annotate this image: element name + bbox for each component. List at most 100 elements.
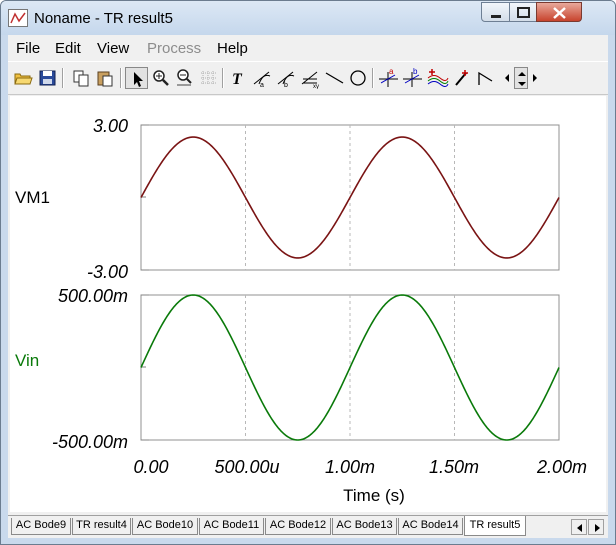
menu-help[interactable]: Help (217, 40, 248, 57)
menu-edit[interactable]: Edit (55, 40, 81, 57)
close-icon (553, 7, 566, 19)
tab-ac-bode10[interactable]: AC Bode10 (132, 518, 198, 535)
cursor-a-cross-button[interactable]: a (377, 67, 400, 89)
pen-icon (455, 70, 468, 86)
svg-text:a: a (260, 82, 264, 89)
scroll-left-icon (505, 74, 509, 82)
save-button[interactable] (36, 67, 59, 89)
client-area: File Edit View Process Help T a b xy a b… (8, 35, 608, 538)
axis-icon: xy (301, 71, 319, 89)
zoom-in-button[interactable] (149, 67, 172, 89)
ytick-top-vm1: 3.00 (93, 116, 128, 136)
marker-button[interactable] (474, 67, 497, 89)
scroll-right-icon (533, 74, 537, 82)
grid-button[interactable] (197, 67, 220, 89)
line-icon (325, 72, 344, 84)
xtick-4: 2.00m (536, 457, 587, 477)
minimize-icon (491, 15, 501, 18)
svg-text:b: b (284, 82, 288, 89)
scroll-up-down-icon (518, 72, 526, 86)
curves-icon (427, 69, 449, 87)
zoom-100-button[interactable] (173, 67, 196, 89)
tab-ac-bode11[interactable]: AC Bode11 (199, 518, 264, 535)
paste-icon (97, 71, 113, 87)
pen-button[interactable] (450, 67, 473, 89)
zoom-100-icon (177, 69, 192, 86)
circle-button[interactable] (347, 67, 370, 89)
axis-button[interactable]: xy (299, 67, 322, 89)
app-icon (8, 9, 28, 27)
ylabel-vin: Vin (15, 351, 39, 370)
grid-icon (201, 71, 216, 85)
window-title: Noname - TR result5 (34, 10, 173, 27)
pointer-icon (134, 72, 143, 87)
copy-button[interactable] (70, 67, 93, 89)
toolbar: T a b xy a b (8, 61, 608, 95)
curves-button[interactable] (426, 67, 449, 89)
open-button[interactable] (12, 67, 35, 89)
scroll-left-button[interactable] (502, 67, 512, 89)
svg-text:T: T (232, 71, 243, 88)
xtick-3: 1.50m (429, 457, 479, 477)
tab-scroll-right-button[interactable] (588, 519, 604, 535)
chart-vin[interactable]: 500.00m -500.00m Vin (15, 286, 560, 452)
toolbar-separator (222, 68, 224, 88)
scroll-right-button[interactable] (530, 67, 540, 89)
cursor-b-icon: b (277, 71, 295, 89)
tab-ac-bode13[interactable]: AC Bode13 (332, 518, 397, 535)
close-button[interactable] (536, 2, 582, 22)
ylabel-vm1: VM1 (15, 188, 50, 207)
tab-tr-result5[interactable]: TR result5 (464, 516, 526, 536)
maximize-icon (517, 7, 530, 18)
menu-bar: File Edit View Process Help (8, 35, 608, 59)
xtick-2: 1.00m (325, 457, 375, 477)
toolbar-separator (120, 68, 122, 88)
open-icon (14, 73, 33, 85)
y-ticks-vm1 (141, 124, 149, 271)
cursor-a-button[interactable]: a (251, 67, 274, 89)
text-button[interactable]: T (227, 67, 250, 89)
chart-vm1[interactable]: 3.00 -3.00 VM1 (15, 116, 560, 282)
marker-icon (478, 71, 493, 85)
svg-text:b: b (413, 67, 418, 76)
maximize-button[interactable] (509, 2, 537, 22)
tab-tr-result4[interactable]: TR result4 (72, 518, 131, 535)
pointer-button[interactable] (125, 67, 148, 89)
cursor-b-cross-icon: b (403, 67, 422, 87)
xtick-0: 0.00 (133, 457, 168, 477)
paste-button[interactable] (94, 67, 117, 89)
ytick-top-vin: 500.00m (58, 286, 128, 306)
cursor-b-cross-button[interactable]: b (401, 67, 424, 89)
waveform-plot[interactable]: 3.00 -3.00 VM1 500.00m -500.00m Vin 0.00 (10, 96, 606, 512)
menu-process[interactable]: Process (147, 40, 201, 57)
xtick-1: 500.00u (214, 457, 279, 477)
toolbar-separator (62, 68, 64, 88)
ytick-bottom-vin: -500.00m (52, 432, 128, 452)
svg-text:a: a (389, 67, 394, 76)
scroll-up-down-button[interactable] (514, 67, 528, 89)
minimize-button[interactable] (481, 2, 510, 22)
ytick-bottom-vm1: -3.00 (87, 262, 128, 282)
text-icon: T (232, 71, 243, 88)
plot-area[interactable]: 3.00 -3.00 VM1 500.00m -500.00m Vin 0.00 (10, 96, 606, 512)
tab-scroll-right-icon (595, 524, 600, 532)
x-axis-label: Time (s) (343, 486, 405, 505)
tab-ac-bode12[interactable]: AC Bode12 (265, 518, 331, 535)
trace-vin[interactable] (140, 294, 560, 441)
menu-view[interactable]: View (97, 40, 129, 57)
cursor-b-button[interactable]: b (275, 67, 298, 89)
tab-ac-bode9[interactable]: AC Bode9 (11, 518, 71, 535)
tab-scroll-left-icon (577, 524, 582, 532)
tab-ac-bode14[interactable]: AC Bode14 (398, 518, 463, 535)
title-bar[interactable]: Noname - TR result5 (1, 1, 615, 35)
line-button[interactable] (323, 67, 346, 89)
cursor-a-cross-icon: a (379, 67, 398, 87)
application-window: Noname - TR result5 File Edit View Proce… (0, 0, 616, 545)
result-tabs: AC Bode9 TR result4 AC Bode10 AC Bode11 … (8, 515, 608, 538)
tab-scroll-left-button[interactable] (571, 519, 587, 535)
menu-file[interactable]: File (16, 40, 40, 57)
cursor-a-icon: a (253, 71, 271, 89)
toolbar-separator (372, 68, 374, 88)
save-icon (39, 70, 56, 86)
svg-text:xy: xy (313, 84, 319, 89)
